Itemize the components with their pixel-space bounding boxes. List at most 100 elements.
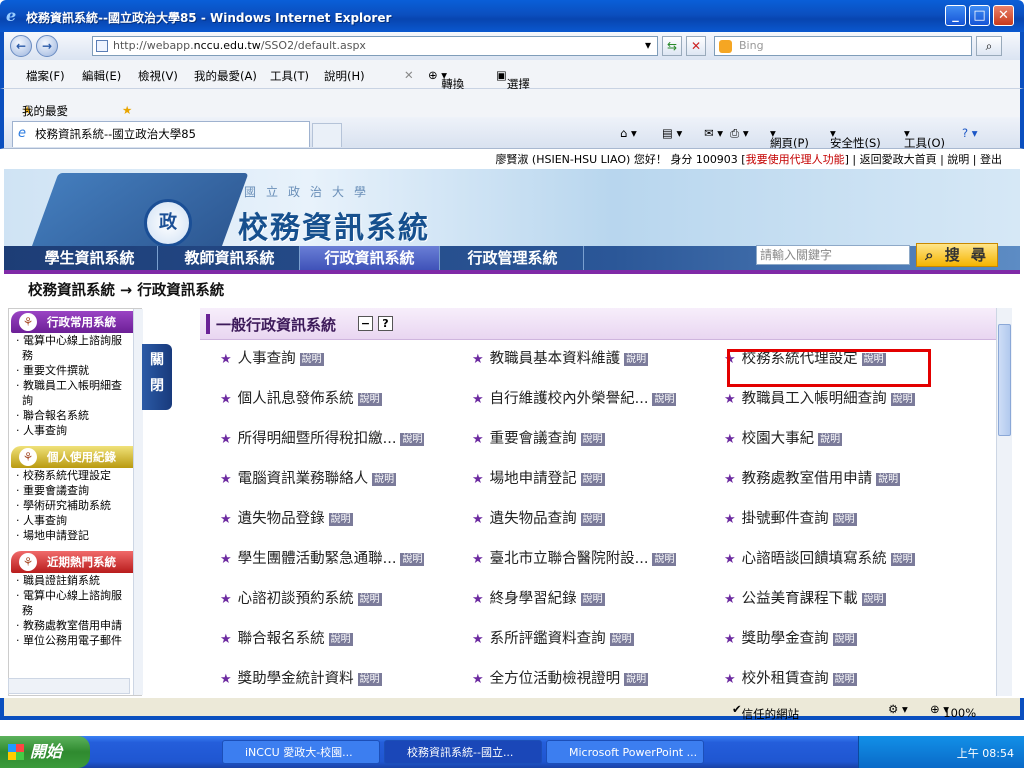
sidebar-item[interactable]: 教職員工入帳明細查詢 [13, 378, 129, 408]
tab-current[interactable]: e 校務資訊系統--國立政治大學85 [12, 121, 310, 147]
app-link[interactable]: ★ 教職員基本資料維護 說明 [472, 348, 649, 370]
app-link[interactable]: ★ 學生團體活動緊急通聯... 說明 [220, 548, 425, 570]
new-tab-button[interactable] [312, 123, 342, 147]
sidebar-item[interactable]: 聯合報名系統 [13, 408, 129, 423]
bing-search-input[interactable]: Bing [714, 36, 972, 56]
app-link[interactable]: ★ 公益美育課程下載 說明 [724, 588, 886, 610]
app-help-tag[interactable]: 說明 [372, 472, 397, 486]
protected-mode-icon[interactable]: ⚙ ▾ [888, 702, 908, 716]
collapse-icon[interactable]: − [358, 316, 373, 331]
sidebar-item[interactable]: 人事查詢 [13, 423, 129, 438]
sidebar-hscrollbar[interactable] [8, 678, 130, 694]
app-link[interactable]: ★ 電腦資訊業務聯絡人 說明 [220, 468, 397, 490]
app-link[interactable]: ★ 教務處教室借用申請 說明 [724, 468, 901, 490]
menu-edit[interactable]: 編輯(E) [82, 68, 121, 84]
page-scrollbar[interactable] [996, 308, 1012, 696]
app-help-tag[interactable]: 說明 [580, 432, 605, 446]
app-link[interactable]: ★ 所得明細暨所得稅扣繳... 說明 [220, 428, 425, 450]
app-link[interactable]: ★ 遺失物品登錄 說明 [220, 508, 353, 530]
close-button[interactable]: ✕ [993, 5, 1014, 26]
safety-menu[interactable]: 安全性(S) ▾ [830, 126, 881, 150]
sidebar-item[interactable]: 重要文件撰就 [13, 363, 129, 378]
url-dropdown-icon[interactable]: ▾ [638, 36, 658, 56]
app-help-tag[interactable]: 說明 [624, 672, 649, 686]
taskbar-item-sso[interactable]: 校務資訊系統--國立... [384, 740, 542, 764]
app-help-tag[interactable]: 說明 [652, 392, 677, 406]
user-links[interactable]: ] | 返回愛政大首頁 | 說明 | 登出 [845, 153, 1002, 166]
app-help-tag[interactable]: 說明 [357, 672, 382, 686]
app-link[interactable]: ★ 掛號郵件查詢 說明 [724, 508, 857, 530]
app-link[interactable]: ★ 教職員工入帳明細查詢 說明 [724, 388, 915, 410]
start-button[interactable]: 開始 [0, 736, 90, 768]
sidebar-item[interactable]: 重要會議查詢 [13, 483, 129, 498]
app-link[interactable]: ★ 場地申請登記 說明 [472, 468, 605, 490]
app-link[interactable]: ★ 心諮晤談回饋填寫系統 說明 [724, 548, 915, 570]
select-button[interactable]: ▣ 選擇 [496, 68, 530, 91]
app-help-tag[interactable]: 說明 [624, 352, 649, 366]
app-link[interactable]: ★ 臺北市立聯合醫院附設... 說明 [472, 548, 677, 570]
app-link[interactable]: ★ 全方位活動檢視證明 說明 [472, 668, 649, 690]
sidebar-close-button[interactable]: 關閉 [142, 344, 172, 410]
app-link[interactable]: ★ 獎助學金統計資料 說明 [220, 668, 382, 690]
app-link[interactable]: ★ 系所評鑑資料查詢 說明 [472, 628, 634, 650]
app-help-tag[interactable]: 說明 [876, 472, 901, 486]
app-help-tag[interactable]: 說明 [832, 672, 857, 686]
keyword-search-input[interactable]: 請輸入關鍵字 [756, 245, 910, 265]
help-icon[interactable]: ? ▾ [962, 126, 978, 140]
clock[interactable]: 上午 08:54 [957, 745, 1014, 761]
mail-icon[interactable]: ✉ ▾ [704, 126, 723, 140]
app-link[interactable]: ★ 校外租賃查詢 說明 [724, 668, 857, 690]
forward-button[interactable]: → [36, 35, 58, 57]
tab-teacher-system[interactable]: 教師資訊系統 [160, 246, 300, 270]
tab-admin-info-system[interactable]: 行政資訊系統 [300, 246, 440, 270]
title-bar[interactable]: e 校務資訊系統--國立政治大學85 - Windows Internet Ex… [0, 0, 1024, 32]
zoom-control[interactable]: ⊕ 100% ▾ [930, 702, 976, 720]
sidebar-item[interactable]: 人事查詢 [13, 513, 129, 528]
app-help-tag[interactable]: 說明 [328, 632, 353, 646]
app-link[interactable]: ★ 聯合報名系統 說明 [220, 628, 353, 650]
app-help-tag[interactable]: 說明 [357, 392, 382, 406]
app-link[interactable]: ★ 終身學習紀錄 說明 [472, 588, 605, 610]
tab-student-system[interactable]: 學生資訊系統 [22, 246, 158, 270]
app-help-tag[interactable]: 說明 [357, 592, 382, 606]
search-button[interactable]: ⌕ 搜 尋 [916, 243, 998, 267]
sidebar-item[interactable]: 場地申請登記 [13, 528, 129, 543]
app-help-tag[interactable]: 說明 [832, 632, 857, 646]
menu-file[interactable]: 檔案(F) [26, 68, 65, 84]
app-help-tag[interactable]: 說明 [580, 472, 605, 486]
app-help-tag[interactable]: 說明 [890, 392, 915, 406]
refresh-button[interactable]: ⇆ [662, 36, 682, 56]
menu-tools[interactable]: 工具(T) [270, 68, 309, 84]
app-link[interactable]: ★ 人事查詢 說明 [220, 348, 324, 370]
tab-admin-mgmt-system[interactable]: 行政管理系統 [442, 246, 584, 270]
taskbar-item-powerpoint[interactable]: Microsoft PowerPoint ... [546, 740, 704, 764]
proxy-link[interactable]: 我要使用代理人功能 [746, 153, 845, 166]
minimize-button[interactable]: _ [945, 5, 966, 26]
app-help-tag[interactable]: 說明 [890, 552, 915, 566]
sidebar-item[interactable]: 教務處教室借用申請 [13, 618, 129, 633]
sidebar-item[interactable]: 學術研究補助系統 [13, 498, 129, 513]
url-input[interactable]: http://webapp.nccu.edu.tw/SSO2/default.a… [92, 36, 658, 56]
app-link[interactable]: ★ 獎助學金查詢 說明 [724, 628, 857, 650]
app-help-tag[interactable]: 說明 [861, 592, 886, 606]
app-help-tag[interactable]: 說明 [299, 352, 324, 366]
print-icon[interactable]: ⎙ ▾ [730, 126, 749, 141]
app-link[interactable]: ★ 校園大事紀 說明 [724, 428, 843, 450]
app-help-tag[interactable]: 說明 [328, 512, 353, 526]
stop-button[interactable]: ✕ [686, 36, 706, 56]
app-help-tag[interactable]: 說明 [652, 552, 677, 566]
app-help-tag[interactable]: 說明 [580, 512, 605, 526]
app-help-tag[interactable]: 說明 [818, 432, 843, 446]
menu-favorites[interactable]: 我的最愛(A) [194, 68, 257, 84]
sidebar-item[interactable]: 電算中心線上諮詢服務 [13, 333, 129, 363]
menu-view[interactable]: 檢視(V) [138, 68, 178, 84]
maximize-button[interactable]: □ [969, 5, 990, 26]
sidebar-item[interactable]: 電算中心線上諮詢服務 [13, 588, 129, 618]
panel-help-icon[interactable]: ? [378, 316, 393, 331]
menu-help[interactable]: 說明(H) [324, 68, 365, 84]
sidebar-item[interactable]: 職員證註銷系統 [13, 573, 129, 588]
taskbar-item-inccu[interactable]: iNCCU 愛政大-校園... [222, 740, 380, 764]
app-help-tag[interactable]: 說明 [400, 432, 425, 446]
sidebar-item[interactable]: 單位公務用電子郵件 [13, 633, 129, 648]
app-link[interactable]: ★ 自行維護校內外榮譽紀... 說明 [472, 388, 677, 410]
